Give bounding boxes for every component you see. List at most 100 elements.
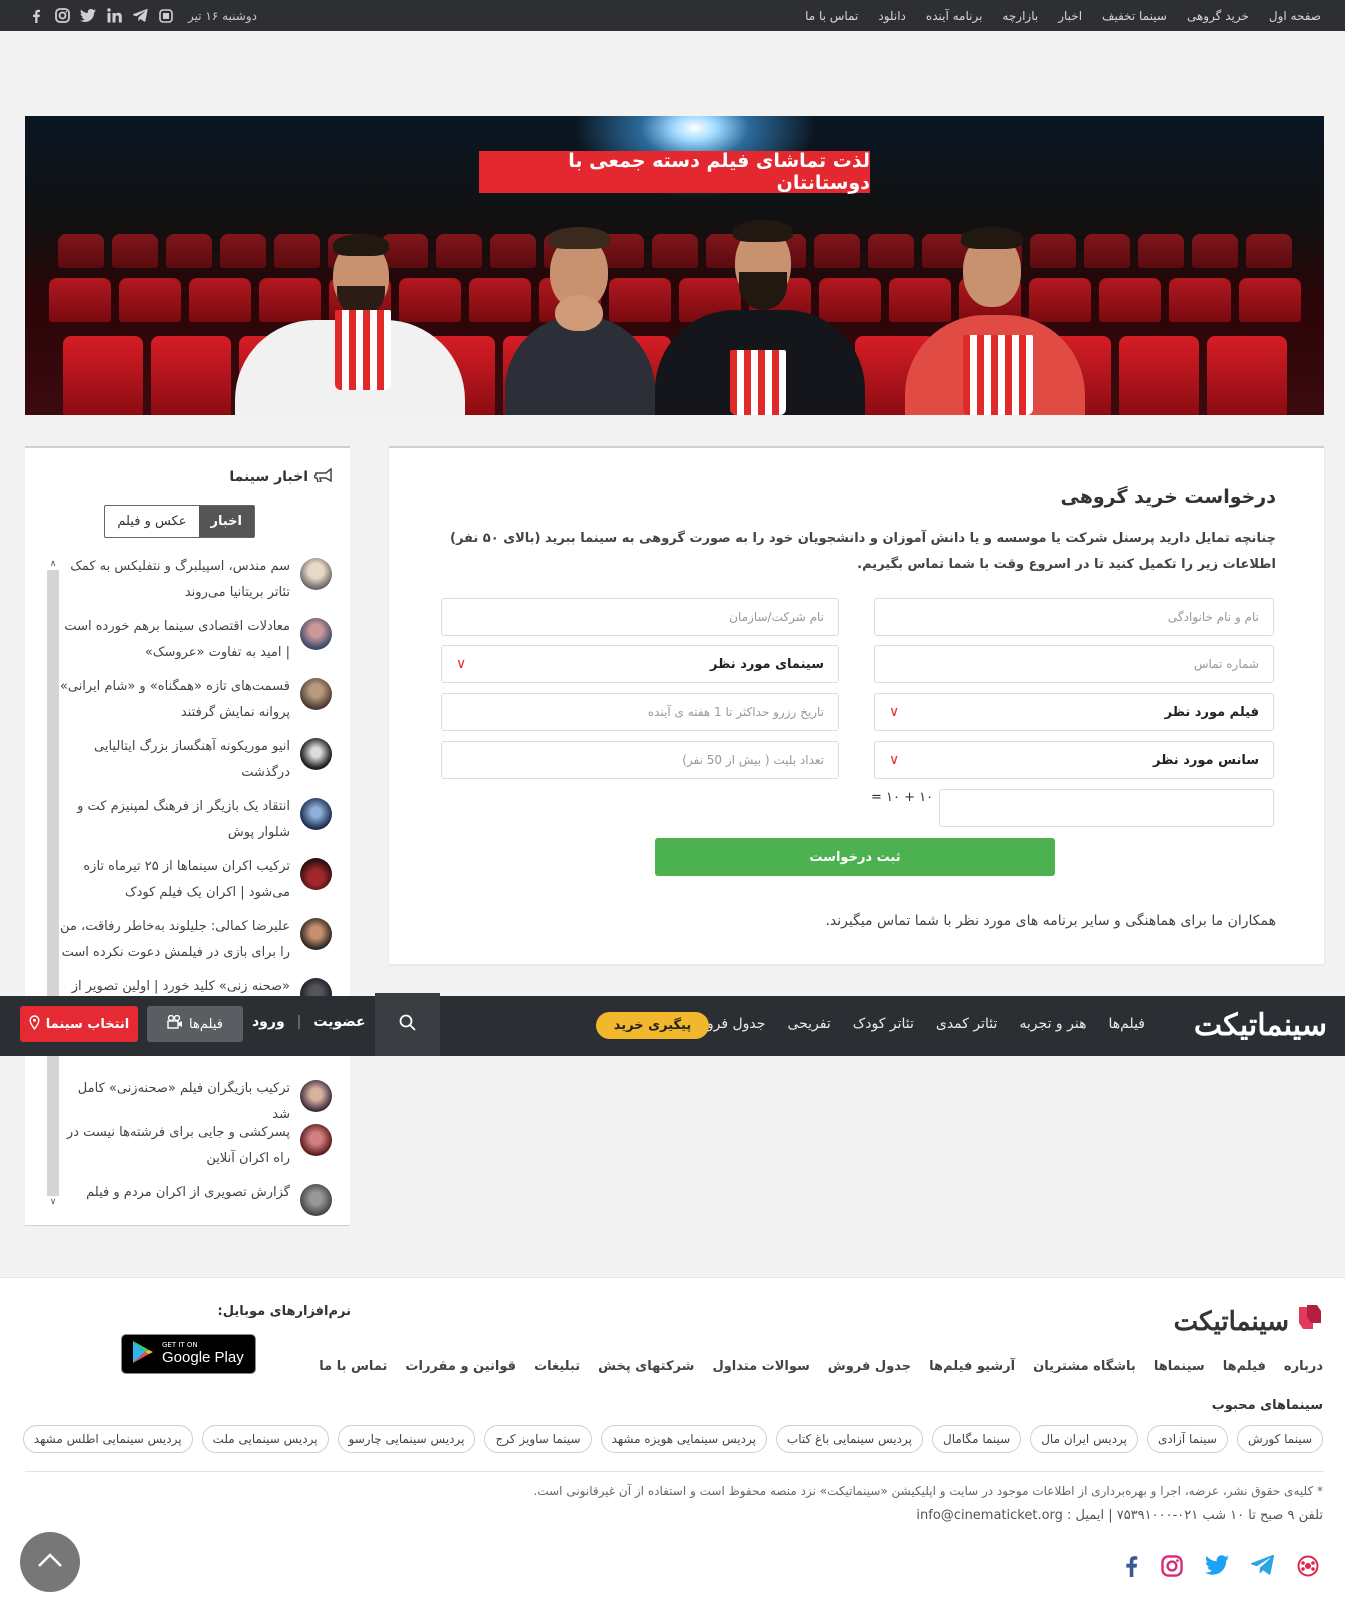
- banner-title: لذت تماشای فیلم دسته جمعی با دوستانتان: [479, 150, 870, 194]
- news-item[interactable]: پسرکشی و جایی برای فرشته‌ها نیست در راه …: [57, 1120, 332, 1172]
- search-button[interactable]: [375, 993, 440, 1056]
- footer-link-films[interactable]: فیلم‌ها: [1223, 1359, 1266, 1374]
- site-logo[interactable]: سینماتیکت: [1194, 1008, 1327, 1043]
- nav-kids-theater[interactable]: تئاتر کودک: [853, 1016, 914, 1032]
- facebook-icon[interactable]: [28, 8, 44, 24]
- person-figure: [215, 230, 465, 415]
- tab-news[interactable]: اخبار: [198, 506, 254, 537]
- cinema-select[interactable]: سینمای مورد نظر ∨: [441, 645, 839, 683]
- news-item[interactable]: گزارش تصویری از اکران مردم و فیلم: [57, 1180, 332, 1216]
- nav-comedy-theater[interactable]: تئاتر کمدی: [936, 1016, 998, 1032]
- session-select-label: سانس مورد نظر: [1153, 752, 1259, 768]
- register-link[interactable]: عضویت: [313, 1014, 365, 1030]
- top-nav-contact[interactable]: تماس با ما: [805, 9, 858, 23]
- top-nav-home[interactable]: صفحه اول: [1269, 9, 1321, 23]
- cinema-chip[interactable]: سینما مگامال: [931, 1425, 1022, 1453]
- footer-link-distributors[interactable]: شرکتهای پخش: [598, 1359, 694, 1374]
- choose-cinema-button[interactable]: انتخاب سینما: [20, 1006, 138, 1042]
- facebook-icon[interactable]: [1123, 1555, 1139, 1581]
- ticket-count-input[interactable]: تعداد بلیت ( بیش از 50 نفر): [441, 741, 839, 779]
- google-play-badge[interactable]: GET IT ON Google Play: [121, 1334, 256, 1374]
- news-item[interactable]: علیرضا کمالی: جلیلوند به‌خاطر رفاقت، من …: [57, 914, 332, 966]
- linkedin-icon[interactable]: [106, 8, 122, 24]
- cinema-chip[interactable]: پردیس سینمایی ملت: [201, 1425, 329, 1453]
- telegram-icon[interactable]: [1250, 1555, 1275, 1581]
- news-item[interactable]: ترکیب اکران سینماها از ۲۵ تیرماه تازه می…: [57, 854, 332, 906]
- top-nav-upcoming[interactable]: برنامه آینده: [926, 9, 983, 23]
- footer-link-contact[interactable]: تماس با ما: [319, 1359, 387, 1374]
- choose-cinema-label: انتخاب سینما: [45, 1016, 130, 1032]
- company-input[interactable]: نام شرکت/سازمان: [441, 598, 839, 636]
- cinema-chip[interactable]: پردیس سینمایی باغ کتاب: [775, 1425, 923, 1453]
- cinema-chip[interactable]: سینما آزادی: [1147, 1425, 1228, 1453]
- news-item-title: ترکیب اکران سینماها از ۲۵ تیرماه تازه می…: [83, 859, 290, 900]
- group-buy-banner: لذت تماشای فیلم دسته جمعی با دوستانتان: [25, 116, 1324, 415]
- films-button[interactable]: فیلم‌ها: [147, 1006, 243, 1042]
- phone-input[interactable]: شماره تماس: [874, 645, 1274, 683]
- captcha-input[interactable]: [939, 789, 1274, 827]
- news-item[interactable]: معادلات اقتصادی سینما برهم خورده است | ا…: [57, 614, 332, 666]
- news-item[interactable]: انیو موریکونه آهنگساز بزرگ ایتالیایی درگ…: [57, 734, 332, 786]
- footer-logo[interactable]: سینماتیکت: [1174, 1303, 1323, 1340]
- footer-link-ads[interactable]: تبلیغات: [534, 1359, 580, 1374]
- cinema-chip[interactable]: پردیس سینمایی اطلس مشهد: [22, 1425, 193, 1453]
- nav-art-experience[interactable]: هنر و تجربه: [1019, 1016, 1086, 1032]
- news-thumbnail: [300, 1080, 332, 1112]
- cinema-chip[interactable]: پردیس سینمایی هویزه مشهد: [600, 1425, 767, 1453]
- news-item[interactable]: قسمت‌های تازه «همگناه» و «شام ایرانی» پر…: [57, 674, 332, 726]
- news-item-title: گزارش تصویری از اکران مردم و فیلم: [86, 1185, 290, 1200]
- cinematicket-logo-icon: [1295, 1303, 1323, 1340]
- cinema-chip[interactable]: سینما ساویز کرج: [484, 1425, 592, 1453]
- submit-request-button[interactable]: ثبت درخواست: [655, 838, 1055, 876]
- footer-link-faq[interactable]: سوالات متداول: [712, 1359, 809, 1374]
- session-select[interactable]: سانس مورد نظر ∨: [874, 741, 1274, 779]
- twitter-icon[interactable]: [1205, 1555, 1229, 1581]
- cinematicket-icon[interactable]: [1297, 1555, 1319, 1581]
- nav-entertainment[interactable]: تفریحی: [787, 1016, 830, 1032]
- news-item-title: انیو موریکونه آهنگساز بزرگ ایتالیایی درگ…: [94, 739, 290, 780]
- reserve-date-input[interactable]: تاریخ رزرو حداکثر تا 1 هفته ی آینده: [441, 693, 839, 731]
- megaphone-icon: [313, 467, 332, 486]
- chevron-down-icon: ∨: [889, 752, 900, 768]
- person-figure: [655, 220, 865, 415]
- login-link[interactable]: ورود: [252, 1014, 285, 1030]
- tab-photo-video[interactable]: عکس و فیلم: [105, 506, 198, 537]
- film-select[interactable]: فیلم مورد نظر ∨: [874, 693, 1274, 731]
- google-play-icon: [132, 1340, 154, 1368]
- captcha-question: ۱۰ + ۱۰ =: [871, 790, 934, 805]
- twitter-icon[interactable]: [80, 8, 96, 24]
- top-nav-market[interactable]: بازارچه: [1002, 9, 1038, 23]
- top-nav-download[interactable]: دانلود: [878, 9, 906, 23]
- instagram-icon[interactable]: [54, 8, 70, 24]
- search-icon: [399, 1014, 416, 1035]
- cinema-chip[interactable]: سینما کورش: [1236, 1425, 1323, 1453]
- film-camera-icon: [167, 1014, 183, 1033]
- chevron-up-icon: [37, 1552, 63, 1572]
- cinema-chip[interactable]: پردیس ایران مال: [1030, 1425, 1139, 1453]
- cinema-chip[interactable]: پردیس سینمایی چارسو: [337, 1425, 476, 1453]
- footer-link-archive[interactable]: آرشیو فیلم‌ها: [929, 1359, 1015, 1374]
- back-to-top-button[interactable]: [20, 1532, 80, 1592]
- person-figure: [505, 225, 655, 415]
- location-pin-icon: [29, 1014, 40, 1034]
- telegram-icon[interactable]: [132, 8, 148, 24]
- news-item[interactable]: انتقاد یک بازیگر از فرهنگ لمپنیزم کت و ش…: [57, 794, 332, 846]
- nav-films[interactable]: فیلم‌ها: [1108, 1016, 1145, 1032]
- footer-link-club[interactable]: باشگاه مشتریان: [1033, 1359, 1136, 1374]
- footer-link-about[interactable]: درباره: [1284, 1359, 1323, 1374]
- top-nav-news[interactable]: اخبار: [1058, 9, 1082, 23]
- footer-social: [1123, 1555, 1319, 1581]
- date-label: دوشنبه ۱۶ تیر: [188, 8, 257, 23]
- footer-links: درباره فیلم‌ها سینماها باشگاه مشتریان آر…: [319, 1359, 1323, 1374]
- full-name-input[interactable]: نام و نام خانوادگی: [874, 598, 1274, 636]
- track-purchase-button[interactable]: پیگیری خرید: [596, 1012, 709, 1039]
- instagram-icon[interactable]: [1161, 1555, 1183, 1581]
- top-nav-group-buy[interactable]: خرید گروهی: [1187, 9, 1249, 23]
- footer-link-terms[interactable]: قوانین و مقررات: [405, 1359, 516, 1374]
- cinematicket-icon[interactable]: [158, 8, 174, 24]
- footer-link-sales[interactable]: جدول فروش: [828, 1359, 911, 1374]
- footer-link-cinemas[interactable]: سینماها: [1154, 1359, 1205, 1374]
- news-thumbnail: [300, 858, 332, 890]
- top-nav-discount[interactable]: سینما تخفیف: [1102, 9, 1167, 23]
- news-item[interactable]: سم مندس، اسپیلبرگ و نتفلیکس به کمک تئاتر…: [57, 554, 332, 606]
